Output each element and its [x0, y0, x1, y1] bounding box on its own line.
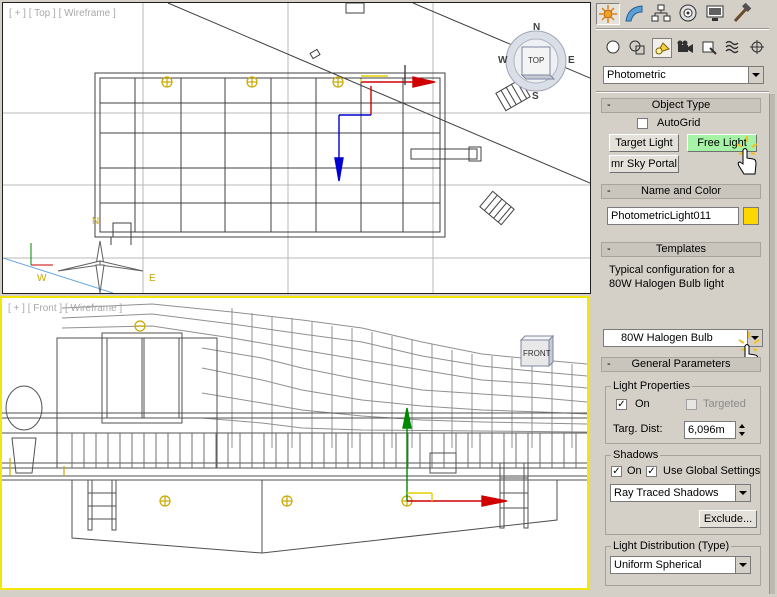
viewcube-east-label: E [568, 55, 575, 66]
shadows-on-label: On [627, 465, 642, 477]
panel-scrollbar[interactable] [769, 94, 775, 594]
front-viewport[interactable]: [ + ] [ Front ] [ Wireframe ] FRONT [0, 296, 589, 590]
hand-cursor-icon [736, 136, 758, 175]
target-light-button[interactable]: Target Light [609, 134, 679, 152]
compass-west-label: W [37, 273, 47, 284]
light-distribution-dropdown[interactable]: Uniform Spherical [610, 556, 751, 574]
targ-dist-label: Targ. Dist: [613, 423, 663, 435]
light-on-checkbox[interactable]: ✓ [616, 399, 627, 410]
light-on-label: On [635, 398, 650, 410]
templates-description: Typical configuration for a 80W Halogen … [609, 264, 735, 290]
front-viewport-label[interactable]: [ + ] [ Front ] [ Wireframe ] [8, 303, 122, 314]
shadows-on-checkbox[interactable]: ✓ [611, 466, 622, 477]
light-properties-label: Light Properties [611, 380, 693, 392]
autogrid-label: AutoGrid [657, 117, 701, 129]
light-distribution-label: Light Distribution (Type) [611, 540, 732, 552]
chevron-down-icon[interactable] [735, 557, 750, 573]
hierarchy-tab-icon[interactable] [650, 3, 674, 25]
top-viewport-wireframe [3, 3, 590, 293]
use-global-settings-checkbox[interactable]: ✓ [646, 466, 657, 477]
motion-tab-icon[interactable] [677, 3, 701, 25]
templates-dropdown-value: 80W Halogen Bulb [621, 332, 713, 344]
helpers-icon[interactable] [700, 38, 720, 58]
templates-rollout-header[interactable]: - Templates [601, 242, 761, 257]
object-name-field[interactable]: PhotometricLight011 [607, 207, 739, 225]
compass-east-label: E [149, 273, 156, 284]
top-viewport[interactable]: [ + ] [ Top ] [ Wireframe ] N W E S TOP … [2, 2, 591, 294]
lights-icon[interactable] [652, 38, 672, 58]
templates-title: Templates [655, 243, 707, 255]
targeted-checkbox[interactable] [686, 399, 697, 410]
name-and-color-rollout-header[interactable]: - Name and Color [601, 184, 761, 199]
chevron-down-icon[interactable] [735, 485, 750, 501]
name-and-color-title: Name and Color [640, 185, 722, 197]
systems-icon[interactable] [748, 38, 768, 58]
targeted-label: Targeted [703, 398, 746, 410]
viewcube-top-label: TOP [528, 56, 545, 65]
geometry-icon[interactable] [604, 38, 624, 58]
mr-sky-portal-button[interactable]: mr Sky Portal [609, 155, 679, 173]
modify-tab-icon[interactable] [623, 3, 647, 25]
exclude-button[interactable]: Exclude... [699, 510, 757, 528]
cameras-icon[interactable] [676, 38, 696, 58]
shadow-type-value: Ray Traced Shadows [614, 487, 719, 499]
create-tab-icon[interactable] [596, 3, 620, 25]
top-viewport-label[interactable]: [ + ] [ Top ] [ Wireframe ] [9, 8, 116, 19]
shadow-type-dropdown[interactable]: Ray Traced Shadows [610, 484, 751, 502]
viewcube-north-label: N [533, 22, 541, 33]
display-tab-icon[interactable] [704, 3, 728, 25]
viewcube-west-label: W [498, 55, 508, 66]
viewcube-south-label: S [532, 91, 539, 102]
category-dropdown[interactable]: Photometric [603, 66, 764, 84]
targ-dist-spinner[interactable] [737, 422, 747, 438]
front-viewport-wireframe [2, 303, 587, 554]
object-color-swatch[interactable] [743, 207, 759, 225]
shapes-icon[interactable] [628, 38, 648, 58]
light-distribution-value: Uniform Spherical [614, 559, 702, 571]
general-parameters-rollout-header[interactable]: - General Parameters [601, 357, 761, 372]
general-parameters-title: General Parameters [631, 358, 731, 370]
command-panel: Photometric - Object Type AutoGrid Target… [593, 0, 777, 597]
object-type-rollout-header[interactable]: - Object Type [601, 98, 761, 113]
targ-dist-field[interactable]: 6,096m [684, 421, 736, 439]
tabs-separator [596, 28, 769, 30]
use-global-settings-label: Use Global Settings [663, 465, 761, 477]
category-dropdown-value: Photometric [607, 69, 666, 81]
utilities-tab-icon[interactable] [731, 2, 755, 25]
autogrid-checkbox[interactable] [637, 118, 648, 129]
object-type-title: Object Type [651, 99, 711, 111]
chevron-down-icon[interactable] [748, 67, 763, 83]
rollout-separator [596, 91, 769, 93]
viewcube-front-label: FRONT [523, 349, 551, 358]
space-warps-icon[interactable] [724, 38, 744, 58]
compass-north-label: N [92, 216, 100, 227]
shadows-label: Shadows [611, 449, 661, 461]
